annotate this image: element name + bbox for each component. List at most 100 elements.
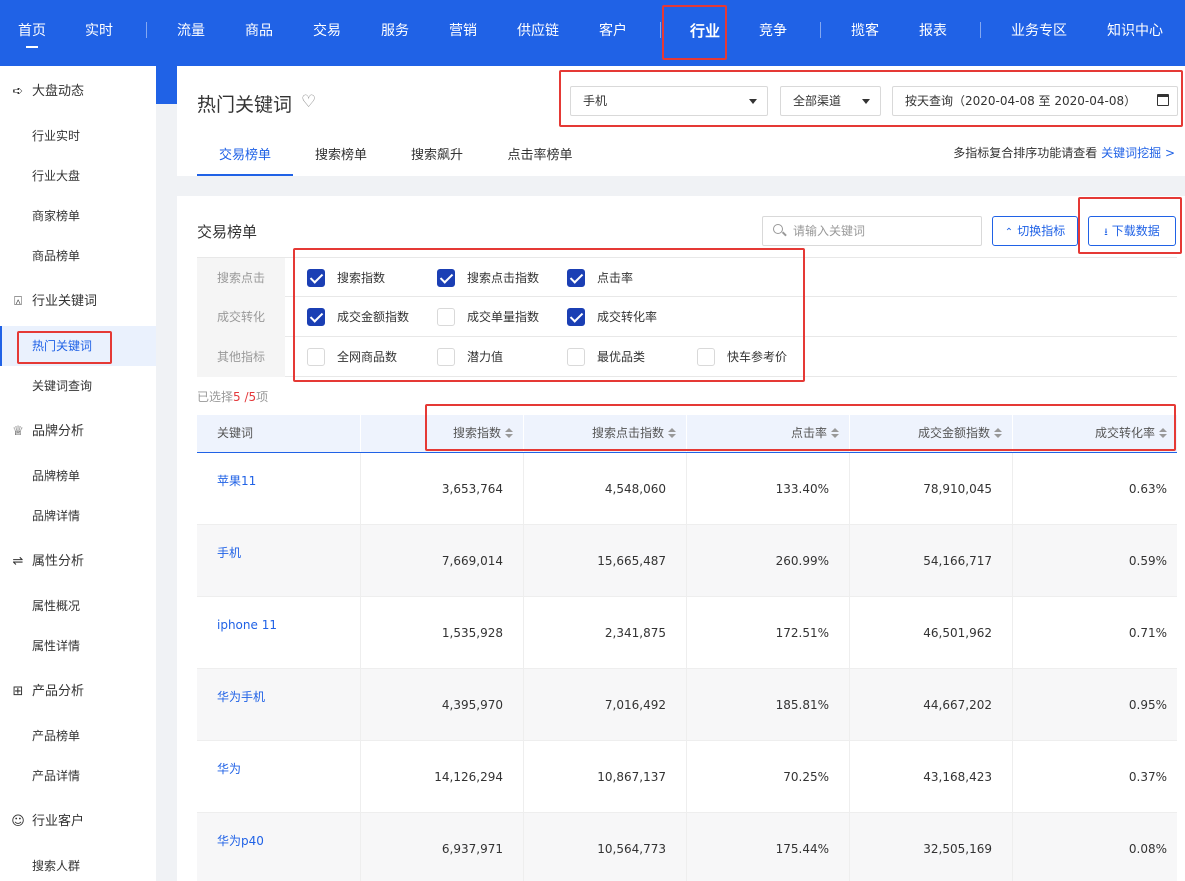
checkbox-total-products[interactable]: 全网商品数 <box>307 348 397 366</box>
sidebar-group-keywords[interactable]: ⍓ 行业关键词 <box>0 282 156 322</box>
channel-select[interactable]: 全部渠道 <box>780 86 881 116</box>
nav-item-competition[interactable]: 竞争 <box>746 0 800 62</box>
sidebar-item-product-list[interactable]: 产品榜单 <box>0 716 156 756</box>
sort-icon[interactable] <box>1159 427 1167 438</box>
search-input[interactable] <box>793 217 978 245</box>
table-row: iphone 11 1,535,928 2,341,875 172.51% 46,501… <box>197 597 1177 669</box>
nav-item-trade[interactable]: 交易 <box>300 0 354 62</box>
cell-conversion-rate: 0.71% <box>1128 626 1167 640</box>
checkbox-box <box>697 348 715 366</box>
sidebar-group-customers[interactable]: ☺ 行业客户 <box>0 802 156 842</box>
sidebar-item-brand-detail[interactable]: 品牌详情 <box>0 496 156 536</box>
column-header-gmv-index[interactable]: 成交金额指数 <box>849 415 1012 452</box>
checkbox-search-click-index[interactable]: 搜索点击指数 <box>437 269 539 287</box>
tab-search-surge[interactable]: 搜索飙升 <box>397 136 477 176</box>
checkbox-box <box>437 348 455 366</box>
sidebar-item-product-rank[interactable]: 商品榜单 <box>0 236 156 276</box>
page-header: 热门关键词 ♡ 手机 全部渠道 按天查询（2020-04-08 至 2020-0… <box>177 66 1185 176</box>
cell-search-click-index: 10,564,773 <box>597 842 666 856</box>
cell-search-index: 3,653,764 <box>441 482 503 496</box>
nav-item-customer[interactable]: 客户 <box>586 0 640 62</box>
tab-ctr-rank[interactable]: 点击率榜单 <box>495 136 585 176</box>
checkbox-ctr[interactable]: 点击率 <box>567 269 633 287</box>
selected-suffix: 项 <box>256 390 269 404</box>
column-header-search-index[interactable]: 搜索指数 <box>360 415 523 452</box>
nav-item-traffic[interactable]: 流量 <box>164 0 218 62</box>
nav-item-realtime[interactable]: 实时 <box>72 0 126 62</box>
nav-item-knowledge[interactable]: 知识中心 <box>1100 0 1170 62</box>
keyword-link[interactable]: 华为 <box>217 761 241 777</box>
switch-metrics-button[interactable]: ⌃ 切换指标 <box>992 216 1078 246</box>
keyword-search[interactable] <box>762 216 982 246</box>
nav-item-attract[interactable]: 揽客 <box>838 0 892 62</box>
panel-title: 交易榜单 <box>197 223 258 241</box>
checkbox-conversion-rate[interactable]: 成交转化率 <box>567 308 657 326</box>
nav-divider <box>660 22 661 38</box>
sidebar: ➪ 大盘动态 行业实时 行业大盘 商家榜单 商品榜单 ⍓ 行业关键词 热门关键词… <box>0 66 156 881</box>
checkbox-box <box>567 269 585 287</box>
sidebar-item-brand-rank[interactable]: 品牌榜单 <box>0 456 156 496</box>
page-title: 热门关键词 <box>197 94 293 116</box>
checkbox-search-index[interactable]: 搜索指数 <box>307 269 385 287</box>
sidebar-group-brand[interactable]: ♕ 品牌分析 <box>0 412 156 452</box>
cell-conversion-rate: 0.08% <box>1128 842 1167 856</box>
tab-search-rank[interactable]: 搜索榜单 <box>301 136 381 176</box>
checkbox-potential[interactable]: 潜力值 <box>437 348 503 366</box>
checkbox-label: 全网商品数 <box>337 350 398 364</box>
sidebar-group-market[interactable]: ➪ 大盘动态 <box>0 72 156 112</box>
date-range-picker[interactable]: 按天查询（2020-04-08 至 2020-04-08） <box>892 86 1178 116</box>
sidebar-item-product-detail[interactable]: 产品详情 <box>0 756 156 796</box>
checkbox-gmv-index[interactable]: 成交金额指数 <box>307 308 409 326</box>
checkbox-express-price[interactable]: 快车参考价 <box>697 348 787 366</box>
nav-item-industry[interactable]: 行业 <box>678 0 732 62</box>
checkbox-best-category[interactable]: 最优品类 <box>567 348 645 366</box>
keyword-link[interactable]: 华为p40 <box>217 833 264 849</box>
sort-icon[interactable] <box>831 427 839 438</box>
checkbox-box <box>307 348 325 366</box>
sidebar-item-merchant-rank[interactable]: 商家榜单 <box>0 196 156 236</box>
tab-trade-rank[interactable]: 交易榜单 <box>197 136 293 176</box>
sidebar-item-attribute-overview[interactable]: 属性概况 <box>0 586 156 626</box>
table-row: 华为p40 6,937,971 10,564,773 175.44% 32,505,16… <box>197 813 1177 881</box>
nav-item-supply-chain[interactable]: 供应链 <box>508 0 568 62</box>
nav-item-marketing[interactable]: 营销 <box>436 0 490 62</box>
cell-search-index: 7,669,014 <box>441 554 503 568</box>
nav-item-report[interactable]: 报表 <box>906 0 960 62</box>
sidebar-item-industry-realtime[interactable]: 行业实时 <box>0 116 156 156</box>
keyword-icon: ⍓ <box>14 294 22 309</box>
column-label: 成交金额指数 <box>917 426 990 440</box>
sidebar-item-hot-keywords[interactable]: 热门关键词 <box>0 326 156 366</box>
sidebar-group-attribute[interactable]: ⇌ 属性分析 <box>0 542 156 582</box>
download-data-button[interactable]: ⭳ 下载数据 <box>1088 216 1176 246</box>
keyword-link[interactable]: iphone 11 <box>217 617 277 633</box>
active-indicator <box>26 46 38 48</box>
nav-item-product[interactable]: 商品 <box>232 0 286 62</box>
keyword-link[interactable]: 华为手机 <box>217 689 265 705</box>
sidebar-item-search-crowd[interactable]: 搜索人群 <box>0 846 156 881</box>
cart-icon: ⊞ <box>12 684 24 699</box>
column-header-search-click-index[interactable]: 搜索点击指数 <box>523 415 686 452</box>
trade-rank-panel: 交易榜单 ⌃切换指标 ⭳下载数据 搜索点击 搜索指数 搜索点击指数 点击率 成交… <box>177 196 1185 881</box>
chevron-down-icon <box>749 99 757 104</box>
nav-item-business-zone[interactable]: 业务专区 <box>1004 0 1074 62</box>
sort-icon[interactable] <box>668 427 676 438</box>
column-header-ctr[interactable]: 点击率 <box>686 415 849 452</box>
keyword-link[interactable]: 苹果11 <box>217 473 256 489</box>
nav-item-home[interactable]: 首页 <box>6 0 58 62</box>
checkbox-box <box>567 348 585 366</box>
heart-icon[interactable]: ♡ <box>301 92 316 112</box>
category-select[interactable]: 手机 <box>570 86 768 116</box>
sidebar-item-attribute-detail[interactable]: 属性详情 <box>0 626 156 666</box>
sort-icon[interactable] <box>505 427 513 438</box>
sidebar-group-product[interactable]: ⊞ 产品分析 <box>0 672 156 712</box>
sidebar-item-industry-overview[interactable]: 行业大盘 <box>0 156 156 196</box>
sidebar-item-keyword-query[interactable]: 关键词查询 <box>0 366 156 406</box>
keyword-mining-link[interactable]: 关键词挖掘 > <box>1101 146 1175 160</box>
column-header-conversion-rate[interactable]: 成交转化率 <box>1012 415 1177 452</box>
sidebar-group-label: 产品分析 <box>32 684 85 699</box>
checkbox-order-index[interactable]: 成交单量指数 <box>437 308 539 326</box>
sort-icon[interactable] <box>994 427 1002 438</box>
nav-item-service[interactable]: 服务 <box>368 0 422 62</box>
keyword-link[interactable]: 手机 <box>217 545 241 561</box>
switch-icon: ⌃ <box>1004 227 1014 238</box>
